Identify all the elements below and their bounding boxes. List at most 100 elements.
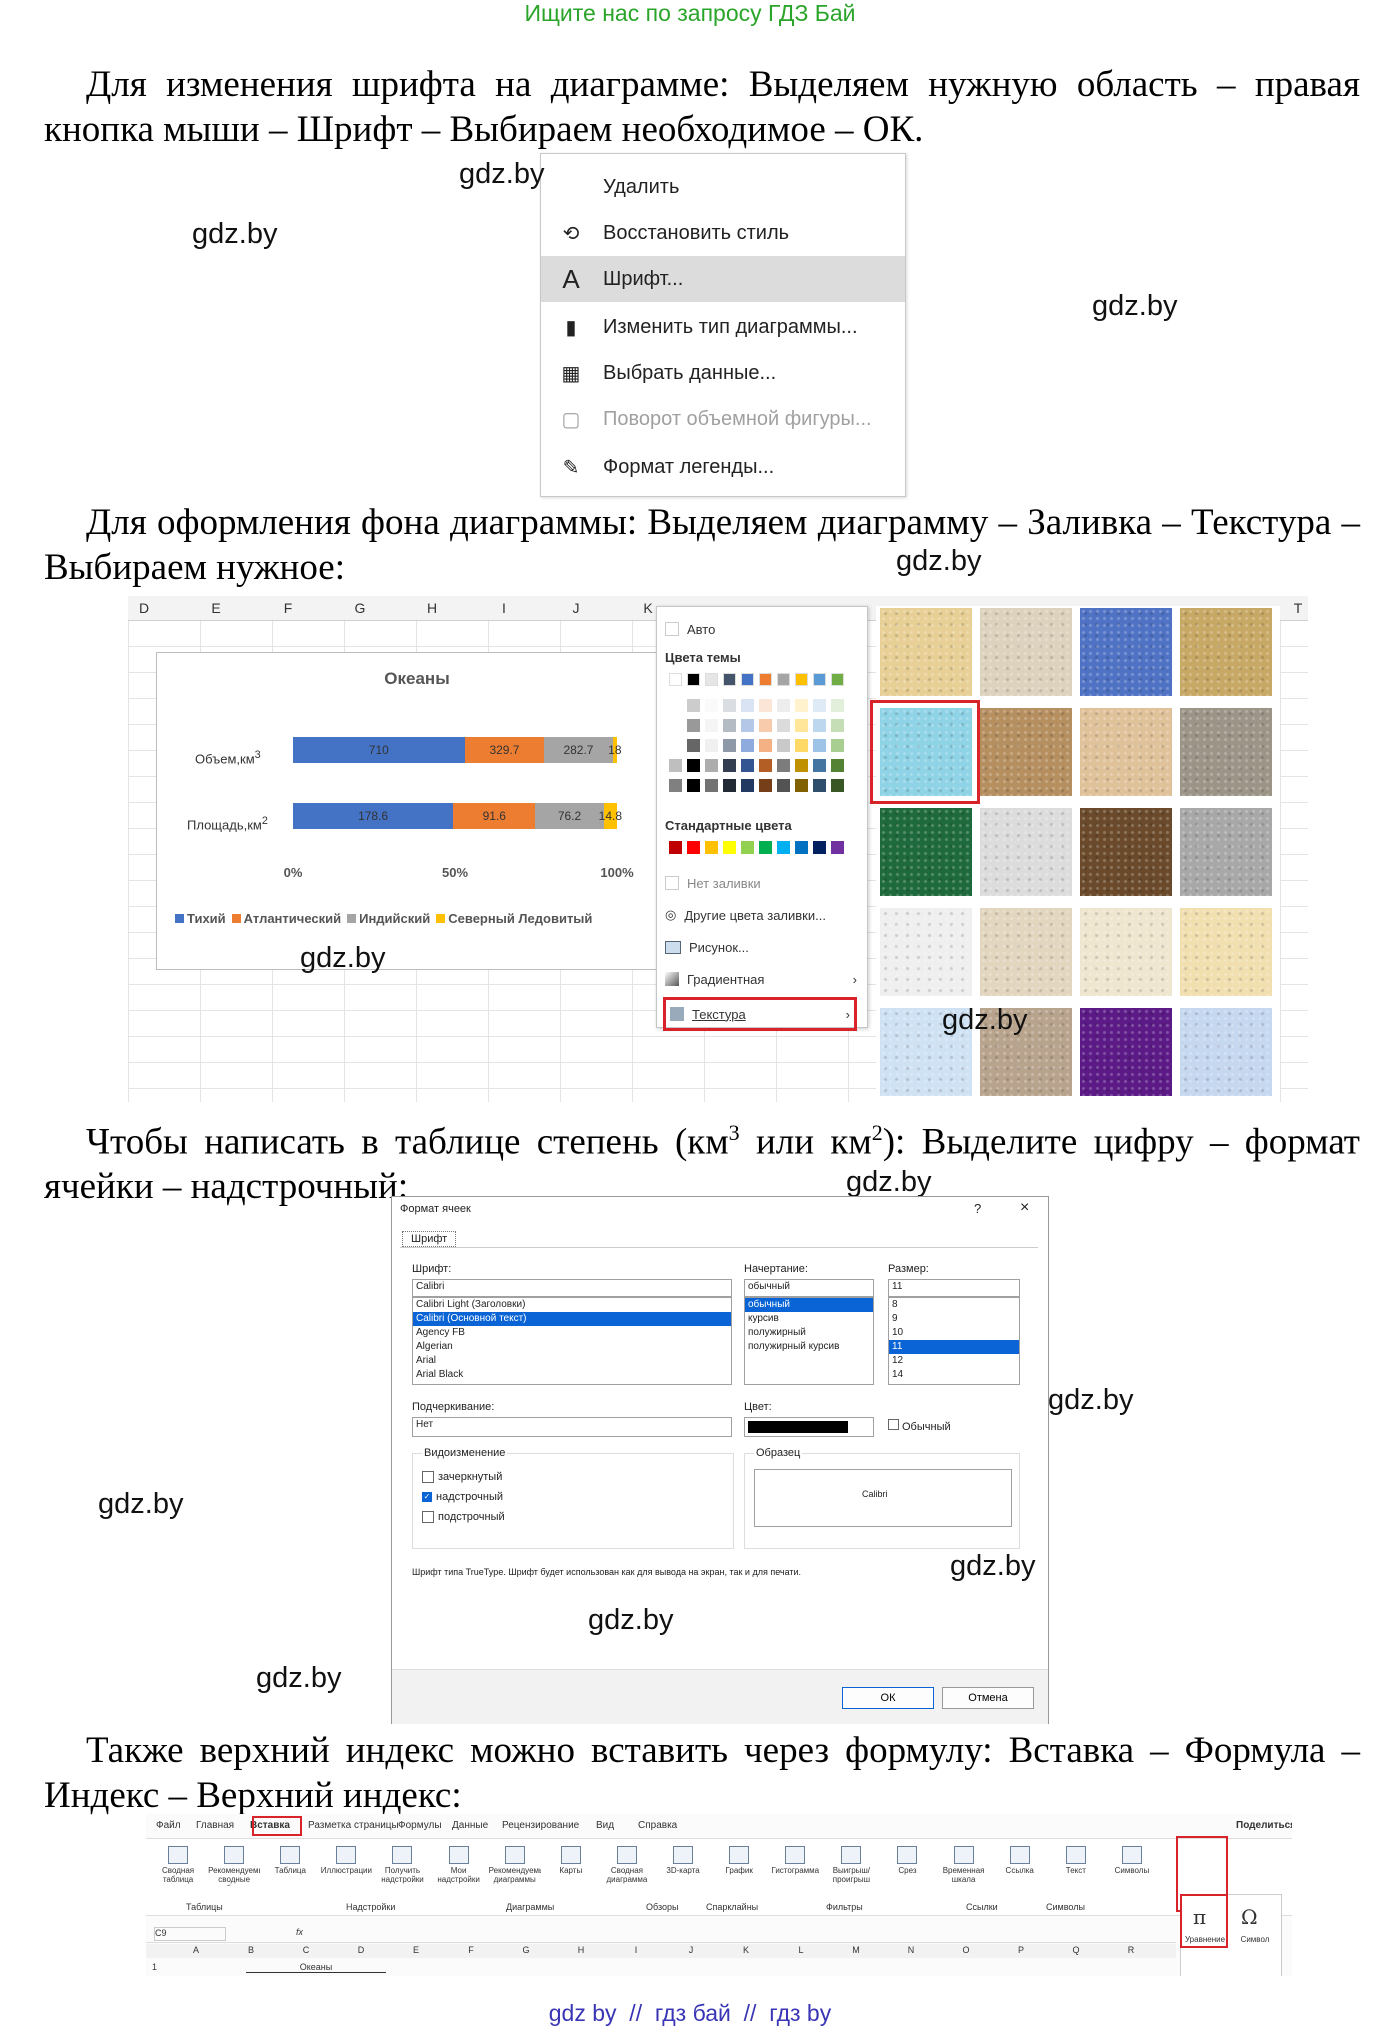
sheet-column-header[interactable]: A	[186, 1945, 206, 1955]
subscript-checkbox[interactable]: подстрочный	[422, 1511, 505, 1524]
theme-color-shade[interactable]	[831, 759, 844, 772]
theme-color-shade[interactable]	[705, 739, 718, 752]
theme-color-shade[interactable]	[813, 759, 826, 772]
ribbon-button[interactable]: Мои надстройки	[433, 1842, 485, 1898]
ribbon-button[interactable]: Рекомендуемые диаграммы	[489, 1842, 541, 1898]
texture-swatch[interactable]	[1080, 908, 1172, 996]
theme-color-shade[interactable]	[777, 739, 790, 752]
theme-colors-grid[interactable]	[669, 673, 849, 801]
theme-color-shade[interactable]	[795, 779, 808, 792]
texture-swatch[interactable]	[1180, 808, 1272, 896]
omega-icon[interactable]: Ω	[1241, 1905, 1258, 1929]
bar-segment[interactable]: 91.6	[453, 803, 536, 829]
theme-color-shade[interactable]	[759, 739, 772, 752]
theme-color-shade[interactable]	[831, 719, 844, 732]
symbol-label[interactable]: Символ	[1231, 1935, 1279, 1944]
column-header[interactable]: J	[566, 600, 586, 616]
texture-swatch[interactable]	[980, 908, 1072, 996]
theme-color-shade[interactable]	[687, 699, 700, 712]
theme-color-shade[interactable]	[705, 719, 718, 732]
legend-item[interactable]: Индийский	[347, 911, 430, 926]
theme-color-shade[interactable]	[741, 779, 754, 792]
theme-color-shade[interactable]	[687, 719, 700, 732]
theme-color-shade[interactable]	[723, 699, 736, 712]
list-option[interactable]: Algerian	[413, 1340, 731, 1354]
theme-color-shade[interactable]	[669, 779, 682, 792]
font-list[interactable]: Calibri Light (Заголовки) Calibri (Основн…	[412, 1297, 732, 1385]
theme-color-shade[interactable]	[669, 719, 682, 732]
list-option[interactable]: 14	[889, 1368, 1019, 1382]
list-option[interactable]: Agency FB	[413, 1326, 731, 1340]
chart-legend[interactable]: Тихий Атлантический Индийский Северный Ледо…	[175, 911, 715, 931]
theme-color-swatch[interactable]	[669, 673, 682, 686]
list-option[interactable]: полужирный курсив	[745, 1340, 873, 1354]
column-header[interactable]: E	[206, 600, 226, 616]
more-colors-item[interactable]: ◎ Другие цвета заливки...	[665, 901, 826, 929]
sheet-column-header[interactable]: K	[736, 1945, 756, 1955]
theme-color-swatch[interactable]	[723, 673, 736, 686]
sheet-column-header[interactable]: J	[681, 1945, 701, 1955]
texture-swatch[interactable]	[1080, 708, 1172, 796]
list-option[interactable]: полужирный	[745, 1326, 873, 1340]
texture-item[interactable]: Текстура ›	[663, 997, 857, 1031]
theme-color-shade[interactable]	[723, 719, 736, 732]
theme-color-shade[interactable]	[795, 759, 808, 772]
theme-color-shade[interactable]	[813, 739, 826, 752]
list-option[interactable]: 11	[889, 1340, 1019, 1354]
legend-item[interactable]: Тихий	[175, 911, 226, 926]
menu-item[interactable]: ✎ Формат легенды...	[541, 444, 905, 490]
theme-color-swatch[interactable]	[777, 673, 790, 686]
list-option[interactable]: курсив	[745, 1312, 873, 1326]
font-input[interactable]: Calibri	[412, 1279, 732, 1297]
normal-font-checkbox[interactable]: Обычный	[888, 1419, 951, 1433]
ribbon-tab[interactable]: Справка	[638, 1820, 677, 1831]
ribbon-tab[interactable]: Вид	[596, 1820, 614, 1831]
color-select[interactable]	[744, 1417, 874, 1437]
texture-swatch[interactable]	[1080, 1008, 1172, 1096]
bar-segment[interactable]: 14.8	[599, 803, 622, 829]
cancel-button[interactable]: Отмена	[942, 1687, 1034, 1709]
ribbon-tab[interactable]: Разметка страницы	[308, 1820, 399, 1831]
menu-item[interactable]: ⟲ Восстановить стиль	[541, 210, 905, 256]
texture-swatch[interactable]	[980, 608, 1072, 696]
theme-color-shade[interactable]	[723, 759, 736, 772]
legend-item[interactable]: Северный Ледовитый	[436, 911, 592, 926]
style-input[interactable]: обычный	[744, 1279, 874, 1297]
list-option[interactable]: Calibri Light (Заголовки)	[413, 1298, 731, 1312]
column-header[interactable]: T	[1288, 600, 1308, 616]
sheet-column-header[interactable]: G	[516, 1945, 536, 1955]
close-icon[interactable]: ×	[1020, 1199, 1029, 1217]
standard-color-swatch[interactable]	[795, 841, 808, 854]
theme-color-shade[interactable]	[669, 759, 682, 772]
size-input[interactable]: 11	[888, 1279, 1020, 1297]
theme-color-shade[interactable]	[831, 779, 844, 792]
ribbon-button[interactable]: Сводная диаграмма	[601, 1842, 653, 1898]
tab-font[interactable]: Шрифт	[402, 1231, 457, 1247]
column-header[interactable]: I	[494, 600, 514, 616]
no-fill-item[interactable]: Нет заливки	[665, 869, 761, 897]
bar-segment[interactable]: 18	[608, 737, 622, 763]
list-option[interactable]: Calibri (Основной текст)	[413, 1312, 731, 1326]
column-header[interactable]: H	[422, 600, 442, 616]
ribbon-button[interactable]: Временная шкала	[938, 1842, 990, 1898]
ribbon-button[interactable]: 3D-карта	[657, 1842, 709, 1898]
theme-color-shade[interactable]	[813, 779, 826, 792]
ribbon-button[interactable]: График	[713, 1842, 765, 1898]
list-option[interactable]: Arial Black	[413, 1368, 731, 1382]
ribbon-button[interactable]: Выигрыш/проигрыш	[825, 1842, 877, 1898]
sheet-column-header[interactable]: O	[956, 1945, 976, 1955]
ribbon-button[interactable]: Срез	[881, 1842, 933, 1898]
theme-color-shade[interactable]	[795, 739, 808, 752]
theme-color-shade[interactable]	[813, 699, 826, 712]
bar-volume[interactable]: 710 329.7 282.7 18	[293, 737, 622, 763]
theme-color-shade[interactable]	[741, 699, 754, 712]
theme-color-shade[interactable]	[813, 719, 826, 732]
sheet-column-header[interactable]: R	[1121, 1945, 1141, 1955]
theme-color-shade[interactable]	[705, 779, 718, 792]
cell-ref[interactable]: C9	[154, 1927, 226, 1941]
texture-swatch[interactable]	[1080, 608, 1172, 696]
column-header[interactable]: D	[134, 600, 154, 616]
chart-area[interactable]: Океаны Объем,км3 Площадь,км2 710 329.7 282…	[156, 652, 718, 970]
theme-color-shade[interactable]	[669, 699, 682, 712]
column-header[interactable]: F	[278, 600, 298, 616]
